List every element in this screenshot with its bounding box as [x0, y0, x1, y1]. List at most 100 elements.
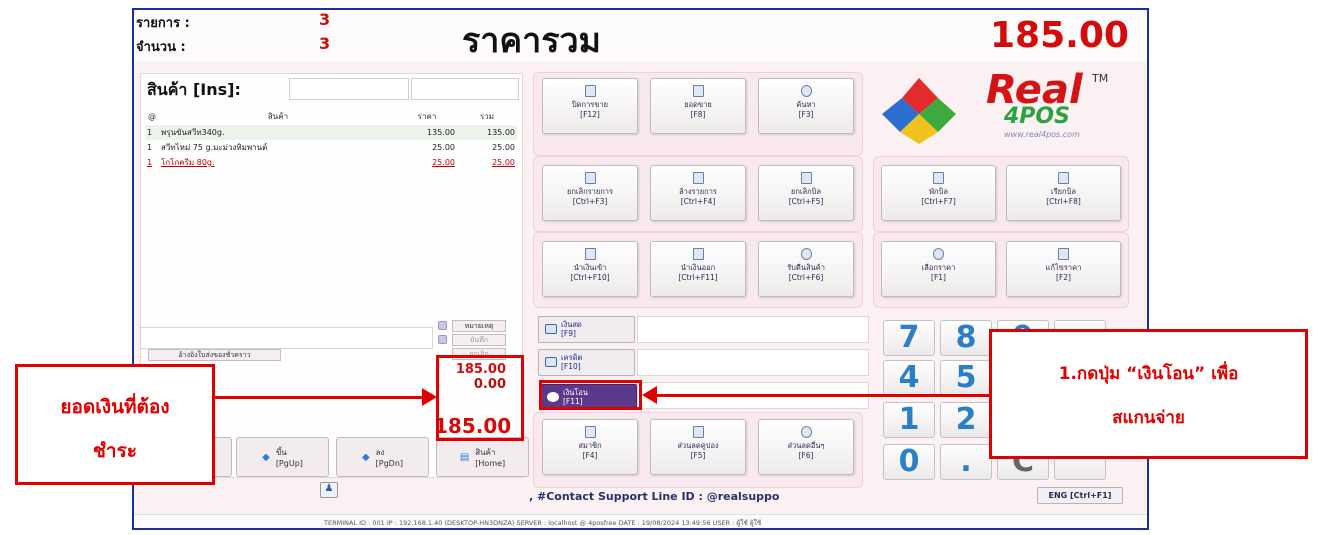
product-home-button[interactable]: ▤ สินค้า [Home] — [436, 437, 529, 477]
coupon-discount-button[interactable]: ส่วนลดคูปอง [F5] — [650, 419, 746, 475]
note-icon — [438, 321, 447, 330]
coupon-discount-label: ส่วนลดคูปอง — [677, 441, 719, 450]
receipt-icon — [584, 85, 596, 97]
numpad-1[interactable]: 1 — [883, 402, 935, 438]
other-discount-button[interactable]: ส่วนลดอื่นๆ [F6] — [758, 419, 854, 475]
page-up-text: ขึ้น [PgUp] — [276, 446, 303, 468]
amount-arrow-line — [215, 396, 425, 399]
numpad-4[interactable]: 4 — [883, 360, 935, 396]
hold-bill-key: [Ctrl+F7] — [921, 197, 956, 206]
edit-price-label: แก้ไขราคา — [1045, 263, 1082, 272]
summary-bar: รายการ : 3 จำนวน : 3 ราคารวม 185.00 — [134, 10, 1147, 62]
product-home-label: สินค้า — [475, 448, 496, 457]
other-discount-key: [F6] — [798, 451, 814, 460]
sales-summary-label: ยอดขาย — [684, 100, 712, 109]
note-field[interactable] — [140, 327, 433, 349]
pay-credit-button[interactable]: เครดิต [F10] — [538, 349, 635, 376]
row-total: 25.00 — [492, 158, 515, 167]
product-search-input-extra[interactable] — [411, 78, 519, 100]
col-total: รวม — [479, 112, 495, 121]
row-name: สวีทไหม่ 75 g.มะม่วงหิมพานต์ — [161, 143, 268, 152]
numpad-8[interactable]: 8 — [940, 320, 992, 356]
up-arrow-icon: ◆ — [262, 451, 270, 463]
page-up-button[interactable]: ◆ ขึ้น [PgUp] — [236, 437, 329, 477]
cart-header-row: @ สินค้า ราคา รวม — [145, 108, 517, 125]
clear-items-label: ล้างรายการ — [679, 187, 717, 196]
temp-delivery-ref-button[interactable]: อ้างอิงใบส่งของชั่วคราว — [148, 349, 281, 361]
status-bar: TERMINAL ID : 001 IP : 192.168.1.40 (DES… — [134, 514, 1147, 528]
numpad-2[interactable]: 2 — [940, 402, 992, 438]
numpad-0[interactable]: 0 — [883, 444, 935, 480]
page-up-label: ขึ้น — [275, 448, 287, 457]
product-label: สินค้า [Ins]: — [147, 80, 241, 99]
transfer-callout-line2: สแกนจ่าย — [1112, 408, 1185, 428]
credit-amount-field[interactable] — [637, 349, 869, 376]
note-button[interactable]: หมายเหตุ — [452, 320, 506, 332]
items-count: 3 — [319, 10, 331, 29]
real4pos-logo: Real TM 4POS www.real4pos.com — [874, 70, 1134, 148]
void-bill-button[interactable]: ยกเลิกบิล [Ctrl+F5] — [758, 165, 854, 221]
page-down-button[interactable]: ◆ ลง [PgDn] — [336, 437, 429, 477]
language-button[interactable]: ENG [Ctrl+F1] — [1037, 487, 1123, 504]
transfer-arrow-line — [655, 394, 990, 397]
return-item-label: รับคืนสินค้า — [787, 263, 825, 272]
void-item-key: [Ctrl+F3] — [572, 197, 608, 206]
search-button[interactable]: ค้นหา [F3] — [758, 78, 854, 134]
page-down-key: [PgDn] — [375, 459, 404, 468]
member-label: สมาชิก — [578, 441, 602, 450]
product-search-input[interactable] — [289, 78, 409, 100]
table-row[interactable]: 1 พรุนขันสวีท340g. 135.00 135.00 — [145, 125, 517, 140]
row-name: พรุนขันสวีท340g. — [159, 125, 397, 140]
recall-bill-key: [Ctrl+F8] — [1046, 197, 1081, 206]
row-price: 25.00 — [432, 158, 455, 167]
col-price: ราคา — [417, 112, 437, 121]
product-home-key: [Home] — [475, 459, 506, 468]
member-button[interactable]: สมาชิก [F4] — [542, 419, 638, 475]
clear-items-key: [Ctrl+F4] — [680, 197, 716, 206]
other-discount-label: ส่วนลดอื่นๆ — [787, 441, 825, 450]
void-item-button[interactable]: ยกเลิกรายการ [Ctrl+F3] — [542, 165, 638, 221]
row-total: 135.00 — [457, 125, 517, 140]
user-icon[interactable]: ♟ — [320, 482, 338, 498]
numpad-7[interactable]: 7 — [883, 320, 935, 356]
hold-bill-button[interactable]: พักบิล [Ctrl+F7] — [881, 165, 996, 221]
clear-items-button[interactable]: ล้างรายการ [Ctrl+F4] — [650, 165, 746, 221]
sales-summary-button[interactable]: ยอดขาย [F8] — [650, 78, 746, 134]
edit-price-button[interactable]: แก้ไขราคา [F2] — [1006, 241, 1121, 297]
select-price-button[interactable]: เลือกราคา [F1] — [881, 241, 996, 297]
credit-card-icon — [545, 357, 557, 367]
void-bill-label: ยกเลิกบิล — [791, 187, 821, 196]
transfer-highlight-box — [539, 380, 642, 410]
recall-bill-button[interactable]: เรียกบิล [Ctrl+F8] — [1006, 165, 1121, 221]
cash-out-key: [Ctrl+F11] — [678, 273, 718, 282]
cash-in-label: นำเงินเข้า — [573, 263, 607, 272]
table-row-selected[interactable]: 1 โกโกครีม 80g. 25.00 25.00 — [145, 155, 517, 170]
product-home-text: สินค้า [Home] — [475, 446, 505, 468]
pay-cash-button[interactable]: เงินสด [F9] — [538, 316, 635, 343]
page-down-label: ลง — [375, 448, 385, 457]
select-price-key: [F1] — [931, 273, 946, 282]
return-item-button[interactable]: รับคืนสินค้า [Ctrl+F6] — [758, 241, 854, 297]
pay-credit-key: [F10] — [561, 362, 581, 371]
amount-due-callout: ยอดเงินที่ต้อง ชำระ — [15, 364, 215, 485]
void-item-icon — [584, 172, 596, 184]
qty-label: จำนวน : — [136, 40, 186, 55]
numpad-dot[interactable]: . — [940, 444, 992, 480]
cash-amount-field[interactable] — [637, 316, 869, 343]
sales-summary-key: [F8] — [690, 110, 706, 119]
close-sale-label: ปิดการขาย — [571, 100, 609, 109]
close-sale-button[interactable]: ปิดการขาย [F12] — [542, 78, 638, 134]
hold-bill-label: พักบิล — [929, 187, 948, 196]
cash-in-button[interactable]: นำเงินเข้า [Ctrl+F10] — [542, 241, 638, 297]
amount-arrow-head — [422, 388, 437, 406]
report-icon — [692, 85, 704, 97]
cash-out-button[interactable]: นำเงินออก [Ctrl+F11] — [650, 241, 746, 297]
save-button[interactable]: บันทึก — [452, 334, 506, 346]
coupon-icon — [692, 426, 704, 438]
cash-icon — [545, 324, 557, 334]
table-row[interactable]: 1 สวีทไหม่ 75 g.มะม่วงหิมพานต์ 25.00 25.… — [145, 140, 517, 155]
logo-tm: TM — [1092, 72, 1109, 85]
pay-cash-key: [F9] — [561, 329, 576, 338]
down-arrow-icon: ◆ — [361, 451, 370, 463]
numpad-5[interactable]: 5 — [940, 360, 992, 396]
